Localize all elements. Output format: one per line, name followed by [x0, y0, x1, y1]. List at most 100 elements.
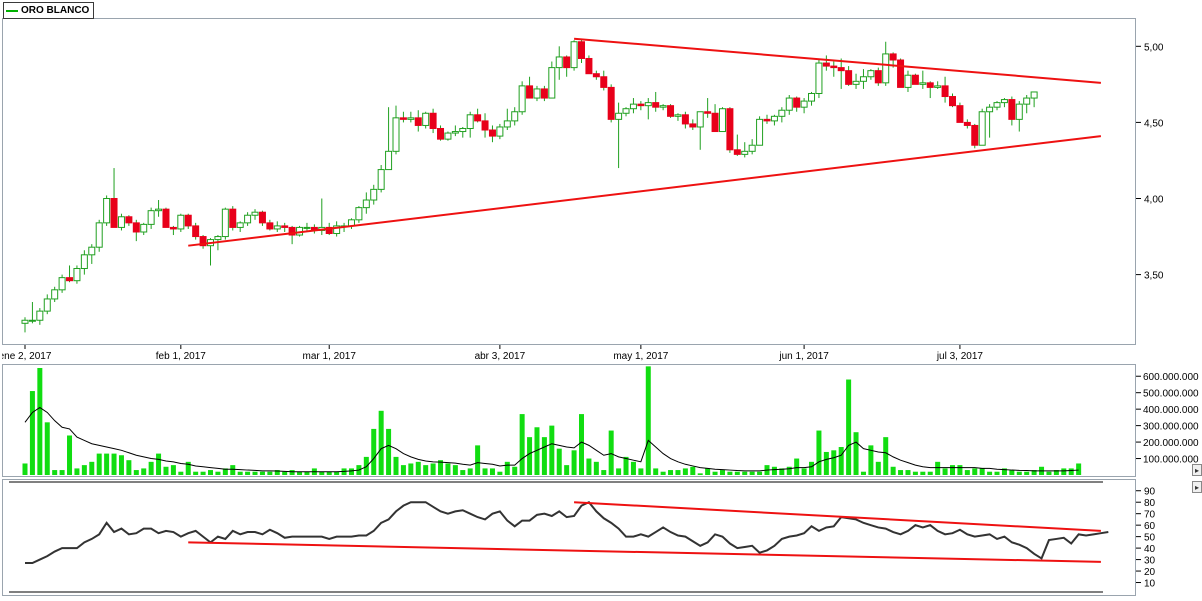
- candle: [622, 108, 630, 114]
- candle: [43, 298, 51, 312]
- volume-bar: [927, 471, 933, 475]
- volume-bar: [905, 470, 911, 475]
- volume-bar: [541, 437, 547, 475]
- candle: [362, 199, 370, 209]
- volume-bar: [252, 471, 258, 475]
- volume-bar: [890, 466, 896, 475]
- candle: [36, 310, 44, 321]
- volume-bar: [705, 468, 711, 475]
- candle: [1030, 91, 1038, 99]
- candle: [956, 105, 964, 123]
- candle: [1000, 99, 1008, 104]
- candle: [659, 105, 667, 108]
- volume-bar: [504, 461, 510, 475]
- candle: [28, 319, 36, 322]
- volume-bar: [675, 470, 681, 475]
- candle: [273, 225, 281, 230]
- candle: [155, 208, 163, 212]
- volume-bar: [378, 410, 384, 475]
- candle: [377, 169, 385, 190]
- volume-bar: [170, 465, 176, 475]
- chevron-right-icon[interactable]: ▸: [1192, 464, 1202, 476]
- volume-bar: [156, 453, 162, 475]
- candle: [652, 102, 660, 108]
- indicator-trendline: [574, 501, 1101, 532]
- candle: [21, 319, 29, 324]
- volume-bar: [579, 414, 584, 475]
- candle: [607, 86, 615, 120]
- price-y-tick-label: 5,00: [1144, 42, 1164, 53]
- candle: [585, 57, 593, 75]
- candle: [496, 126, 504, 137]
- candle: [303, 226, 311, 229]
- indicator-y-tick-label: 80: [1144, 498, 1156, 509]
- candle: [244, 214, 252, 224]
- volume-bar: [430, 463, 436, 475]
- volume-bar: [712, 471, 718, 475]
- volume-bar: [29, 391, 35, 475]
- candle: [555, 56, 563, 69]
- indicator-y-axis-labels: 908070605040302010: [1136, 487, 1156, 590]
- volume-bar: [638, 468, 644, 475]
- volume-bar: [245, 471, 251, 475]
- volume-bar: [823, 451, 829, 475]
- volume-bar: [527, 437, 533, 475]
- volume-bar: [111, 453, 117, 475]
- price-y-axis: 5,00 4,50 4,00 3,50: [1136, 18, 1202, 345]
- candle: [88, 246, 96, 256]
- candle: [66, 277, 74, 282]
- volume-bar: [549, 425, 555, 475]
- candle: [830, 65, 838, 69]
- price-trendline: [188, 135, 1102, 247]
- indicator-trendline: [188, 541, 1101, 563]
- volume-bar: [178, 471, 184, 475]
- candle: [355, 207, 363, 221]
- volume-bar: [630, 461, 636, 475]
- candle: [162, 208, 170, 228]
- volume-bar: [994, 471, 1000, 475]
- candle: [117, 216, 125, 228]
- candle: [132, 222, 140, 233]
- x-tick-label: jul 3, 2017: [936, 351, 984, 362]
- volume-bar: [920, 471, 926, 475]
- candle: [793, 97, 801, 108]
- indicator-y-axis: 90 80 70 60 50 40 30 20 10 ▸: [1136, 479, 1202, 596]
- volume-bar: [979, 468, 985, 475]
- volume-bar: [282, 471, 288, 475]
- volume-bar: [883, 437, 889, 475]
- volume-bar: [1024, 471, 1030, 475]
- candle: [548, 67, 556, 99]
- candle: [437, 127, 445, 140]
- candle: [414, 117, 422, 126]
- volume-bar: [482, 468, 488, 475]
- candle: [748, 144, 756, 152]
- candle: [718, 108, 726, 133]
- volume-bar: [809, 461, 815, 475]
- volume-bar: [348, 468, 354, 475]
- candle: [444, 132, 452, 140]
- volume-bar: [860, 471, 866, 475]
- price-y-tick-label: 3,50: [1144, 271, 1164, 282]
- x-tick-label: may 1, 2017: [613, 351, 668, 362]
- candle: [481, 120, 489, 131]
- chevron-right-icon[interactable]: ▸: [1192, 481, 1202, 493]
- x-tick-label: mar 1, 2017: [303, 351, 357, 362]
- candle: [615, 112, 623, 120]
- indicator-y-tick-label: 30: [1144, 556, 1156, 567]
- volume-y-tick-label: 600.000.000: [1143, 372, 1199, 383]
- price-panel: [2, 18, 1136, 345]
- candle: [221, 208, 229, 238]
- candle: [859, 76, 867, 82]
- candle: [837, 67, 845, 72]
- volume-bar: [519, 414, 525, 475]
- symbol-legend[interactable]: ORO BLANCO: [3, 2, 95, 19]
- volume-bar: [749, 471, 755, 475]
- candle: [540, 88, 548, 99]
- volume-y-axis-labels: 600.000.000 500.000.000 400.000.000 300.000…: [1136, 372, 1199, 466]
- candle: [1008, 99, 1016, 120]
- candle: [110, 198, 118, 228]
- volume-bar: [59, 470, 65, 475]
- candle: [926, 82, 934, 88]
- candle: [526, 85, 534, 99]
- candle: [808, 92, 816, 102]
